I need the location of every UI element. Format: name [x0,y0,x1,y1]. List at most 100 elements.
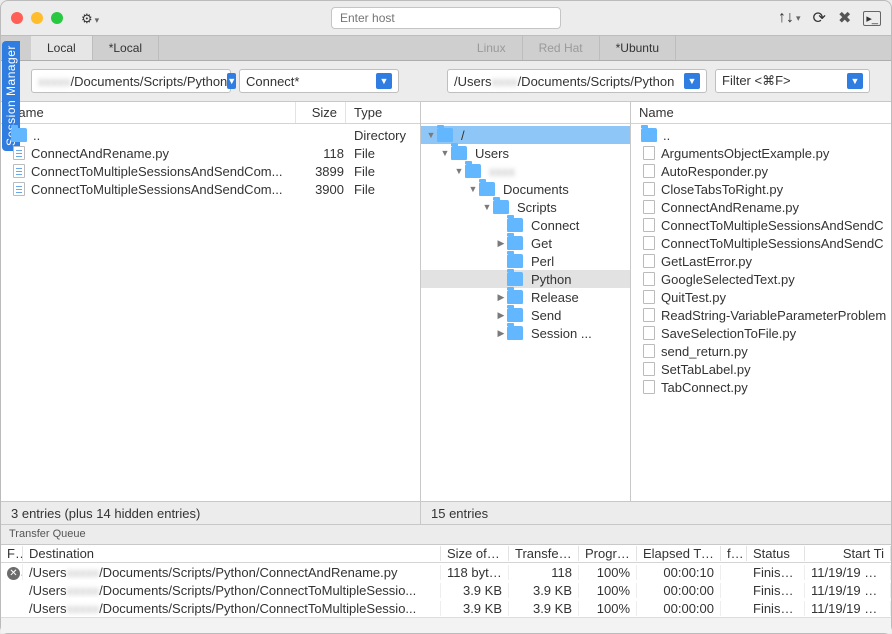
tq-transferred: 118 [509,565,579,580]
tq-elapsed: 00:00:00 [637,583,721,598]
transfer-row[interactable]: /Usersxxxxx/Documents/Scripts/Python/Con… [1,599,891,617]
file-row[interactable]: ConnectToMultipleSessionsAndSendC [631,234,891,252]
local-file-pane: Name Size Type ..DirectoryConnectAndRena… [1,102,421,501]
file-name: ConnectToMultipleSessionsAndSendC [661,218,891,233]
remote-filter-placeholder: Filter <⌘F> [722,73,791,89]
tq-clear-button[interactable]: ✕ [1,564,23,581]
file-row[interactable]: CloseTabsToRight.py [631,180,891,198]
tree-node[interactable]: Python [421,270,630,288]
file-icon [13,182,25,196]
file-row[interactable]: send_return.py [631,342,891,360]
disclosure-triangle-icon[interactable]: ▼ [453,166,465,176]
tq-col-start[interactable]: Start Ti [805,546,891,561]
tab-redhat[interactable]: Red Hat [523,36,600,60]
local-filter-combo[interactable]: Connect* ▼ [239,69,399,93]
tq-col-elapsed[interactable]: Elapsed Time [637,546,721,561]
zoom-window-button[interactable] [51,12,63,24]
file-name: SetTabLabel.py [661,362,891,377]
disclosure-triangle-icon[interactable]: ▼ [467,184,479,194]
tq-progress: 100% [579,565,637,580]
tree-node[interactable]: ▶Get [421,234,630,252]
file-row[interactable]: ConnectToMultipleSessionsAndSendCom...39… [1,180,420,198]
file-row[interactable]: GetLastError.py [631,252,891,270]
tree-label: Send [531,308,561,323]
file-row[interactable]: SetTabLabel.py [631,360,891,378]
col-size[interactable]: Size [296,102,346,123]
file-row[interactable]: QuitTest.py [631,288,891,306]
file-row[interactable]: ConnectToMultipleSessionsAndSendCom...38… [1,162,420,180]
tree-node[interactable]: ▶ Send [421,306,630,324]
disclosure-triangle-icon[interactable]: ▶ [495,238,507,249]
remote-path-combo[interactable]: /Users xxxx /Documents/Scripts/Python ▼ [447,69,707,93]
file-row[interactable]: AutoResponder.py [631,162,891,180]
session-tabs: Local *Local Linux Red Hat *Ubuntu [1,35,891,61]
stop-button[interactable]: ✖ [838,8,851,28]
tab-linux[interactable]: Linux [461,36,523,60]
tq-col-size[interactable]: Size of File [441,546,509,561]
folder-icon [507,290,523,304]
file-name: ConnectAndRename.py [31,146,300,161]
host-input[interactable] [331,7,561,29]
chevron-down-icon: ▼ [227,73,236,89]
disclosure-triangle-icon[interactable]: ▶ [495,292,507,303]
tq-col-progress[interactable]: Progress [579,546,637,561]
disclosure-triangle-icon[interactable]: ▶ [495,310,507,321]
sort-menu[interactable]: ↑↓▾ [778,9,801,27]
col-name[interactable]: Name [631,102,891,123]
refresh-button[interactable]: ⟳ [813,8,826,28]
disclosure-triangle-icon[interactable]: ▼ [439,148,451,158]
tree-node[interactable]: Perl [421,252,630,270]
tree-node[interactable]: ▼/ [421,126,630,144]
horizontal-scrollbar[interactable] [1,617,891,633]
file-row[interactable]: ArgumentsObjectExample.py [631,144,891,162]
transfer-row[interactable]: ✕/Usersxxxxx/Documents/Scripts/Python/Co… [1,563,891,581]
tq-col-destination[interactable]: Destination [23,546,441,561]
file-row[interactable]: ConnectAndRename.py118File [1,144,420,162]
tree-node[interactable]: ▼Users [421,144,630,162]
tq-col-fi[interactable]: Fi [1,546,23,561]
tq-size: 118 bytes [441,565,509,580]
tab-local[interactable]: Local [31,36,93,60]
tq-col-blank[interactable]: ft :d [721,546,747,561]
file-row[interactable]: ConnectToMultipleSessionsAndSendC [631,216,891,234]
tq-destination: /Usersxxxxx/Documents/Scripts/Python/Con… [23,565,441,580]
col-name[interactable]: Name [1,102,296,123]
file-row[interactable]: .. [631,126,891,144]
local-path-combo[interactable]: xxxxx /Documents/Scripts/Python ▼ [31,69,231,93]
close-window-button[interactable] [11,12,23,24]
disclosure-triangle-icon[interactable]: ▶ [495,328,507,339]
tree-node[interactable]: ▼Scripts [421,198,630,216]
tq-start: 11/19/19 4:03 [805,565,891,580]
remote-file-list[interactable]: ..ArgumentsObjectExample.pyAutoResponder… [631,124,891,501]
transfer-row[interactable]: /Usersxxxxx/Documents/Scripts/Python/Con… [1,581,891,599]
local-file-list[interactable]: ..DirectoryConnectAndRename.py118FileCon… [1,124,420,501]
file-row[interactable]: ConnectAndRename.py [631,198,891,216]
tree-node[interactable]: ▶Session ... [421,324,630,342]
tree-node[interactable]: ▼Documents [421,180,630,198]
tq-col-transferred[interactable]: Transferred [509,546,579,561]
col-type[interactable]: Type [346,102,420,123]
tq-col-status[interactable]: Status [747,546,805,561]
file-row[interactable]: TabConnect.py [631,378,891,396]
folder-tree[interactable]: ▼/▼Users▼xxxx▼Documents▼ScriptsConnect▶G… [421,124,630,501]
masked-text: xxxx [492,74,518,89]
remote-filter-combo[interactable]: Filter <⌘F> ▼ [715,69,870,93]
minimize-window-button[interactable] [31,12,43,24]
tab-local-modified[interactable]: *Local [93,36,159,60]
settings-menu[interactable]: ⚙▾ [81,10,99,27]
terminal-button[interactable]: ▸_ [863,11,881,26]
file-row[interactable]: ReadString-VariableParameterProblem [631,306,891,324]
tree-node[interactable]: ▼xxxx [421,162,630,180]
tab-ubuntu[interactable]: *Ubuntu [600,36,676,60]
disclosure-triangle-icon[interactable]: ▼ [481,202,493,212]
path-bar: xxxxx /Documents/Scripts/Python ▼ Connec… [1,61,891,101]
file-row[interactable]: SaveSelectionToFile.py [631,324,891,342]
file-icon [643,182,655,196]
folder-icon [507,272,523,286]
remote-columns: Name [631,102,891,124]
file-row[interactable]: ..Directory [1,126,420,144]
file-row[interactable]: GoogleSelectedText.py [631,270,891,288]
tree-node[interactable]: ▶Release [421,288,630,306]
disclosure-triangle-icon[interactable]: ▼ [425,130,437,140]
tree-node[interactable]: Connect [421,216,630,234]
